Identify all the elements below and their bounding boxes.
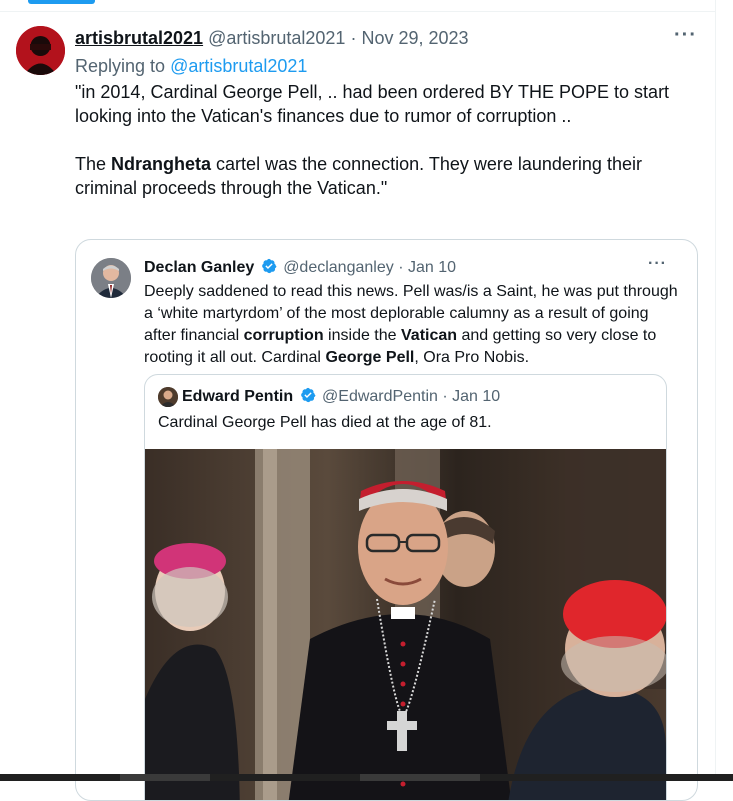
more-options-icon[interactable]: ··· (648, 255, 667, 273)
bold-text: corruption (243, 327, 324, 344)
quote-text: Deeply saddened to read this news. Pell … (144, 281, 684, 369)
taskbar (0, 774, 733, 781)
nested-quote-header: Edward Pentin @EdwardPentin · Jan 10 (182, 387, 500, 407)
separator-dot: · (350, 28, 357, 48)
replying-handle-link[interactable]: @artisbrutal2021 (170, 56, 307, 76)
tweet-photo[interactable] (145, 449, 666, 800)
replying-to: Replying to @artisbrutal2021 (75, 55, 307, 77)
bold-text: Ndrangheta (111, 154, 212, 174)
tweet-paragraph-2: The Ndrangheta cartel was the connection… (75, 152, 695, 200)
author-handle[interactable]: @EdwardPentin (322, 388, 438, 405)
author-handle[interactable]: @artisbrutal2021 (208, 28, 345, 48)
avatar[interactable] (91, 258, 131, 298)
tweet-text: "in 2014, Cardinal George Pell, .. had b… (75, 80, 695, 224)
separator-dot: · (398, 259, 404, 276)
tweet-date[interactable]: Nov 29, 2023 (361, 28, 468, 48)
text-span: The (75, 154, 112, 174)
tweet-date[interactable]: Jan 10 (452, 388, 500, 405)
verified-badge-icon (300, 387, 316, 403)
divider (0, 11, 715, 12)
quoted-tweet[interactable]: Declan Ganley @declanganley · Jan 10 ···… (75, 239, 698, 801)
nested-quote-text: Cardinal George Pell has died at the age… (158, 414, 492, 431)
bold-text: George Pell (325, 349, 415, 366)
author-name[interactable]: artisbrutal2021 (75, 28, 203, 48)
tweet-date[interactable]: Jan 10 (408, 259, 456, 276)
column-border (715, 0, 716, 781)
active-tab-indicator (28, 0, 95, 4)
bold-text: Vatican (401, 327, 458, 344)
replying-prefix: Replying to (75, 56, 166, 76)
taskbar-segment (120, 774, 210, 781)
quote-header: Declan Ganley @declanganley · Jan 10 (144, 258, 456, 278)
tweet-paragraph-1: "in 2014, Cardinal George Pell, .. had b… (75, 82, 670, 126)
author-name[interactable]: Declan Ganley (144, 259, 254, 276)
taskbar-segment (360, 774, 480, 781)
nested-quoted-tweet[interactable]: Edward Pentin @EdwardPentin · Jan 10 Car… (144, 374, 667, 800)
more-options-icon[interactable]: ··· (674, 24, 697, 47)
separator-dot: · (442, 388, 448, 405)
author-handle[interactable]: @declanganley (283, 259, 394, 276)
text-span: inside the (323, 327, 401, 344)
avatar[interactable] (16, 26, 65, 75)
avatar[interactable] (158, 387, 178, 407)
author-name[interactable]: Edward Pentin (182, 388, 293, 405)
verified-badge-icon (261, 258, 277, 274)
text-span: , Ora Pro Nobis. (414, 349, 530, 366)
tweet-header: artisbrutal2021 @artisbrutal2021 · Nov 2… (75, 27, 469, 49)
